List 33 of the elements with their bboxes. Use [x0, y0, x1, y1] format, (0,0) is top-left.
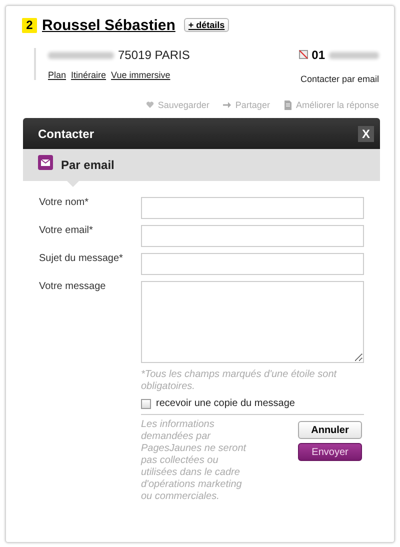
address-text: 75019 PARIS — [118, 48, 190, 62]
listing-name[interactable]: Roussel Sébastien — [42, 16, 176, 34]
disclaimer-text: Les informations demandées par PagesJaunes ne seront pas collectées ou utilisées dans le cadre d'opérations marketing ou commerciales. — [141, 419, 248, 503]
message-field[interactable] — [141, 281, 364, 363]
send-button[interactable]: Envoyer — [298, 443, 362, 461]
field-label: Votre nom* — [39, 197, 90, 210]
contact-email-link[interactable]: Contacter par email — [300, 74, 379, 84]
field-label: Sujet du message* — [39, 253, 124, 266]
map-link[interactable]: Itinéraire — [71, 70, 106, 80]
map-link[interactable]: Vue immersive — [111, 70, 170, 80]
input-field[interactable] — [141, 225, 364, 247]
field-label: Votre message — [39, 281, 107, 294]
checkbox-label[interactable]: recevoir une copie du message — [156, 398, 295, 409]
dialog-title: Contacter — [38, 126, 94, 140]
envelope-icon — [38, 155, 53, 170]
close-button[interactable]: X — [358, 126, 374, 142]
document-icon — [284, 100, 292, 110]
field-label: Votre email* — [39, 225, 94, 238]
phone-number: 01 — [312, 48, 325, 62]
blurred-text — [48, 52, 114, 58]
details-button[interactable]: + détails — [184, 18, 229, 32]
cancel-button[interactable]: Annuler — [298, 421, 362, 439]
blurred-text — [329, 52, 379, 58]
input-field[interactable] — [141, 253, 364, 275]
heart-icon — [146, 101, 154, 109]
input-field[interactable] — [141, 197, 364, 219]
section-title: Par email — [61, 158, 114, 172]
arrow-icon — [223, 101, 232, 109]
crossed-square-icon — [298, 50, 308, 59]
map-link[interactable]: Plan — [48, 70, 66, 80]
rank-badge: 2 — [22, 18, 37, 32]
required-note: *Tous les champs marqués d'une étoile sont obligatoires. — [141, 369, 338, 393]
copy-checkbox[interactable] — [141, 398, 151, 408]
